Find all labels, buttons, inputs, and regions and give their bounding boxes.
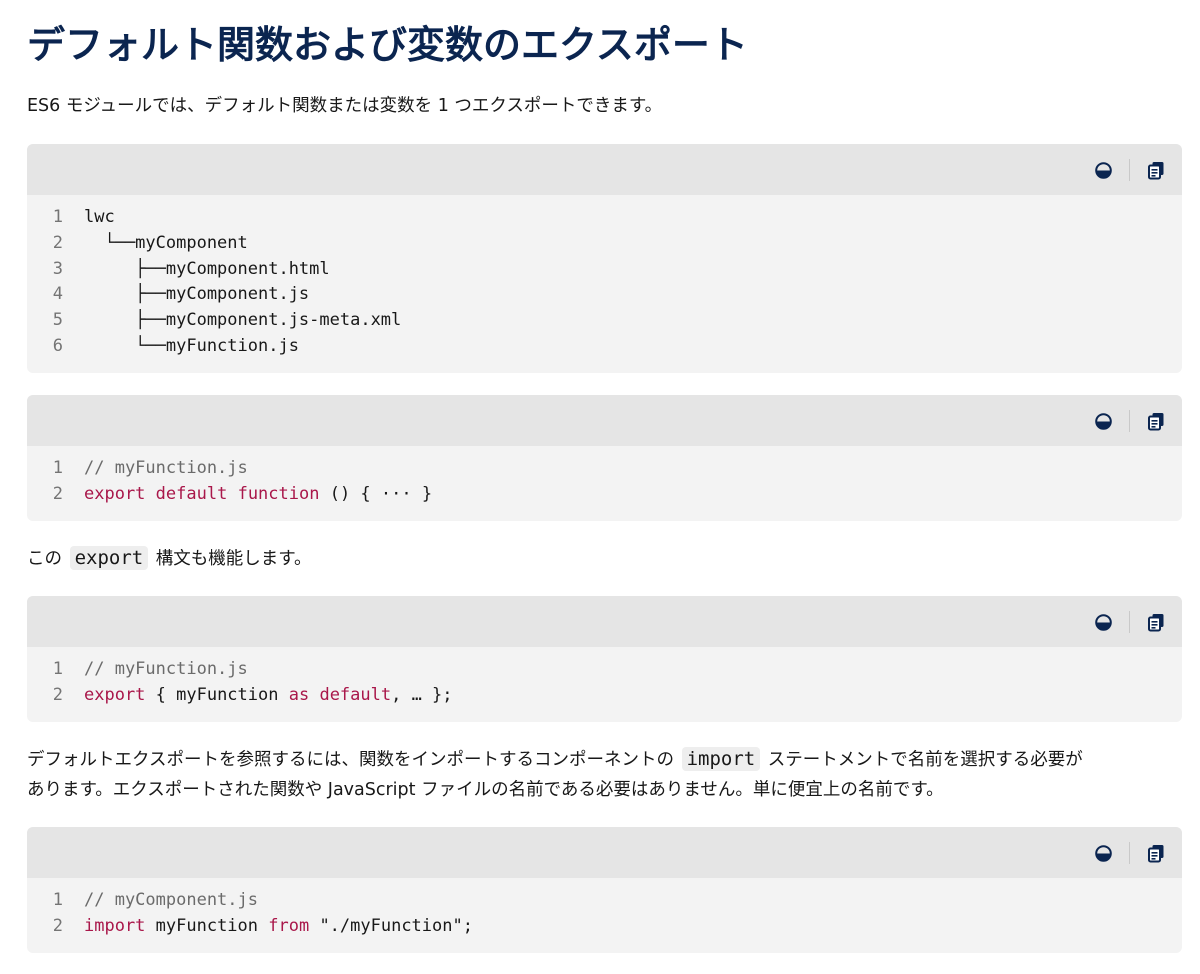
code-line: 1 // myComponent.js	[27, 888, 1182, 914]
copy-icon[interactable]	[1148, 412, 1165, 431]
code-text: └──myComponent	[63, 231, 248, 257]
line-number: 2	[52, 483, 63, 504]
code-text: // myFunction.js	[63, 456, 248, 482]
code-body[interactable]: 1 lwc 2 └──myComponent 3 ├──myComponent.htm…	[27, 195, 1182, 373]
line-number: 6	[52, 335, 63, 356]
code-body[interactable]: 1// myFunction.js 2 export { myFunction as…	[27, 647, 1182, 722]
code-keyword: export	[84, 684, 146, 705]
code-text: lwc	[63, 205, 115, 231]
line-number: 1	[52, 890, 63, 910]
line-number: 3	[52, 258, 63, 279]
code-line: 6 └──myFunction.js	[27, 334, 1182, 360]
theme-toggle-icon[interactable]	[1095, 845, 1112, 862]
line-number: 4	[52, 284, 63, 305]
theme-toggle-icon[interactable]	[1095, 162, 1112, 179]
code-token: () { ··· }	[319, 483, 433, 504]
paragraph-text: 構文も機能します。	[155, 549, 312, 569]
inline-code-export: export	[69, 546, 149, 570]
code-line: 1 // myFunction.js	[27, 456, 1182, 482]
code-keyword: default	[319, 684, 392, 705]
code-block-toolbar	[27, 596, 1182, 647]
code-text: ├──myComponent.js-meta.xml	[63, 308, 401, 334]
code-keyword: from	[268, 915, 310, 936]
code-token: lwc	[84, 207, 115, 227]
code-text: export { myFunction as default, … };	[63, 683, 453, 709]
toolbar-divider	[1129, 611, 1130, 633]
code-line: 2 export default function () { ··· }	[27, 482, 1182, 508]
copy-icon[interactable]	[1148, 161, 1165, 180]
paragraph-text: デフォルトエクスポートを参照するには、関数をインポートするコンポーネントの	[27, 750, 674, 770]
copy-icon[interactable]	[1148, 613, 1165, 632]
page-title: デフォルト関数および変数のエクスポート	[27, 23, 748, 67]
code-token: { myFunction	[145, 684, 289, 705]
code-token: , … };	[391, 684, 453, 705]
intro-paragraph: ES6 モジュールでは、デフォルト関数または変数を 1 つエクスポートできます。	[27, 96, 663, 116]
code-line: 5 ├──myComponent.js-meta.xml	[27, 308, 1182, 334]
code-line: 2 └──myComponent	[27, 231, 1182, 257]
code-text: // myFunction.js	[63, 657, 248, 683]
code-text: ├──myComponent.html	[63, 257, 330, 283]
code-token: "./myFunction";	[309, 915, 473, 936]
code-keyword: import	[84, 915, 146, 936]
code-block-import: 1// myComponent.js 2 import myFunction fro…	[27, 827, 1182, 953]
code-line: 3 ├──myComponent.html	[27, 257, 1182, 283]
code-comment: // myComponent.js	[84, 890, 258, 910]
toolbar-divider	[1129, 159, 1130, 181]
code-keyword: export	[84, 483, 146, 504]
line-number: 1	[52, 458, 63, 478]
code-text: └──myFunction.js	[63, 334, 299, 360]
import-paragraph-line-2: あります。エクスポートされた関数や JavaScript ファイルの名前である必…	[27, 780, 944, 800]
theme-toggle-icon[interactable]	[1095, 614, 1112, 631]
code-text: export default function () { ··· }	[63, 482, 432, 508]
code-block-toolbar	[27, 144, 1182, 195]
line-number: 2	[52, 915, 63, 936]
line-number: 5	[52, 310, 63, 331]
code-block-file-tree: 1 lwc 2 └──myComponent 3 ├──myComponent.htm…	[27, 144, 1182, 373]
toolbar-divider	[1129, 842, 1130, 864]
paragraph-text: ステートメントで名前を選択する必要が	[767, 750, 1083, 770]
theme-toggle-icon[interactable]	[1095, 413, 1112, 430]
code-line: 4 ├──myComponent.js	[27, 282, 1182, 308]
toolbar-divider	[1129, 410, 1130, 432]
import-paragraph-line-1: デフォルトエクスポートを参照するには、関数をインポートするコンポーネントの im…	[27, 744, 1083, 776]
code-line: 2 import myFunction from "./myFunction";	[27, 914, 1182, 940]
line-number: 2	[52, 684, 63, 705]
inline-code-import: import	[681, 747, 761, 771]
line-number: 1	[52, 207, 63, 227]
code-token: myFunction	[145, 915, 269, 936]
copy-icon[interactable]	[1148, 844, 1165, 863]
line-number: 2	[52, 232, 63, 253]
code-keyword: as	[288, 684, 310, 705]
code-block-toolbar	[27, 395, 1182, 446]
line-number: 1	[52, 659, 63, 679]
code-comment: // myFunction.js	[84, 458, 248, 478]
code-block-toolbar	[27, 827, 1182, 878]
code-text: import myFunction from "./myFunction";	[63, 914, 473, 940]
code-text: // myComponent.js	[63, 888, 258, 914]
code-body[interactable]: 1// myComponent.js 2 import myFunction fro…	[27, 878, 1182, 953]
code-comment: // myFunction.js	[84, 659, 248, 679]
export-syntax-paragraph: この export 構文も機能します。	[27, 543, 312, 575]
code-line: 1 // myFunction.js	[27, 657, 1182, 683]
code-block-export-default: 1// myFunction.js 2 export default functio…	[27, 395, 1182, 521]
code-token: ├──myComponent.js	[84, 284, 310, 305]
code-line: 2 export { myFunction as default, … };	[27, 683, 1182, 709]
code-token: ├──myComponent.html	[84, 258, 330, 279]
code-line: 1 lwc	[27, 205, 1182, 231]
paragraph-text: この	[27, 549, 62, 569]
code-token: └──myComponent	[84, 232, 248, 253]
doc-page: デフォルト関数および変数のエクスポート ES6 モジュールでは、デフォルト関数ま…	[0, 0, 1200, 974]
code-text: ├──myComponent.js	[63, 282, 309, 308]
code-token: └──myFunction.js	[84, 335, 299, 356]
code-keyword: function	[237, 483, 320, 504]
code-block-export-as-default: 1// myFunction.js 2 export { myFunction as…	[27, 596, 1182, 722]
code-keyword: default	[155, 483, 228, 504]
code-body[interactable]: 1// myFunction.js 2 export default functio…	[27, 446, 1182, 521]
code-token: ├──myComponent.js-meta.xml	[84, 310, 402, 331]
